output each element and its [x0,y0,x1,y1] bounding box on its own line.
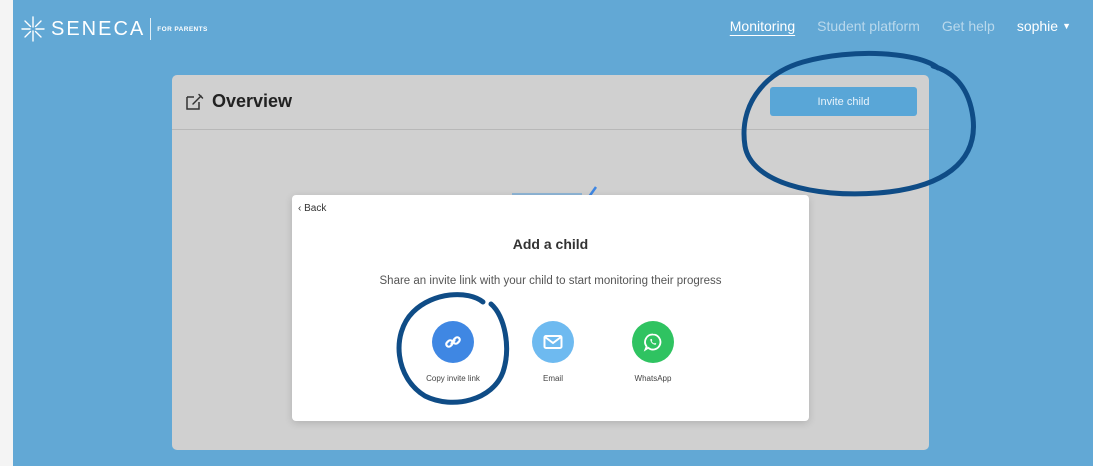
panel-header: Overview Invite child [172,75,929,130]
app-window: SENECA FOR PARENTS Monitoring Student pl… [13,0,1093,466]
copy-invite-link-label: Copy invite link [426,374,480,383]
user-menu[interactable]: sophie ▼ [1017,18,1071,34]
email-label: Email [542,374,563,383]
caret-down-icon: ▼ [1062,21,1071,31]
whatsapp-icon [632,321,674,363]
edit-icon [186,93,204,110]
nav-get-help[interactable]: Get help [942,18,995,34]
whatsapp-label: WhatsApp [634,374,672,383]
whatsapp-button[interactable]: WhatsApp [603,321,703,383]
logo-divider [150,18,152,40]
envelope-icon [532,321,574,363]
modal-subtitle: Share an invite link with your child to … [379,275,722,287]
page-title: Overview [212,91,293,111]
seneca-logo[interactable]: SENECA FOR PARENTS [21,14,208,44]
brand-name: SENECA [51,17,146,40]
link-icon [432,321,474,363]
email-button[interactable]: Email [503,321,603,383]
copy-invite-link-button[interactable]: Copy invite link [403,321,503,383]
nav-monitoring[interactable]: Monitoring [730,18,795,34]
modal-title: Add a child [512,236,589,252]
brand-subtitle: FOR PARENTS [157,25,208,33]
top-nav: Monitoring Student platform Get help sop… [708,18,1071,34]
back-link[interactable]: ‹ Back [298,203,326,214]
user-name: sophie [1016,18,1059,34]
sparkle-icon [21,16,45,42]
add-child-modal: ‹ Back Add a child Share an invite link … [292,195,809,421]
invite-child-button[interactable]: Invite child [770,87,917,116]
nav-student-platform[interactable]: Student platform [817,18,920,34]
